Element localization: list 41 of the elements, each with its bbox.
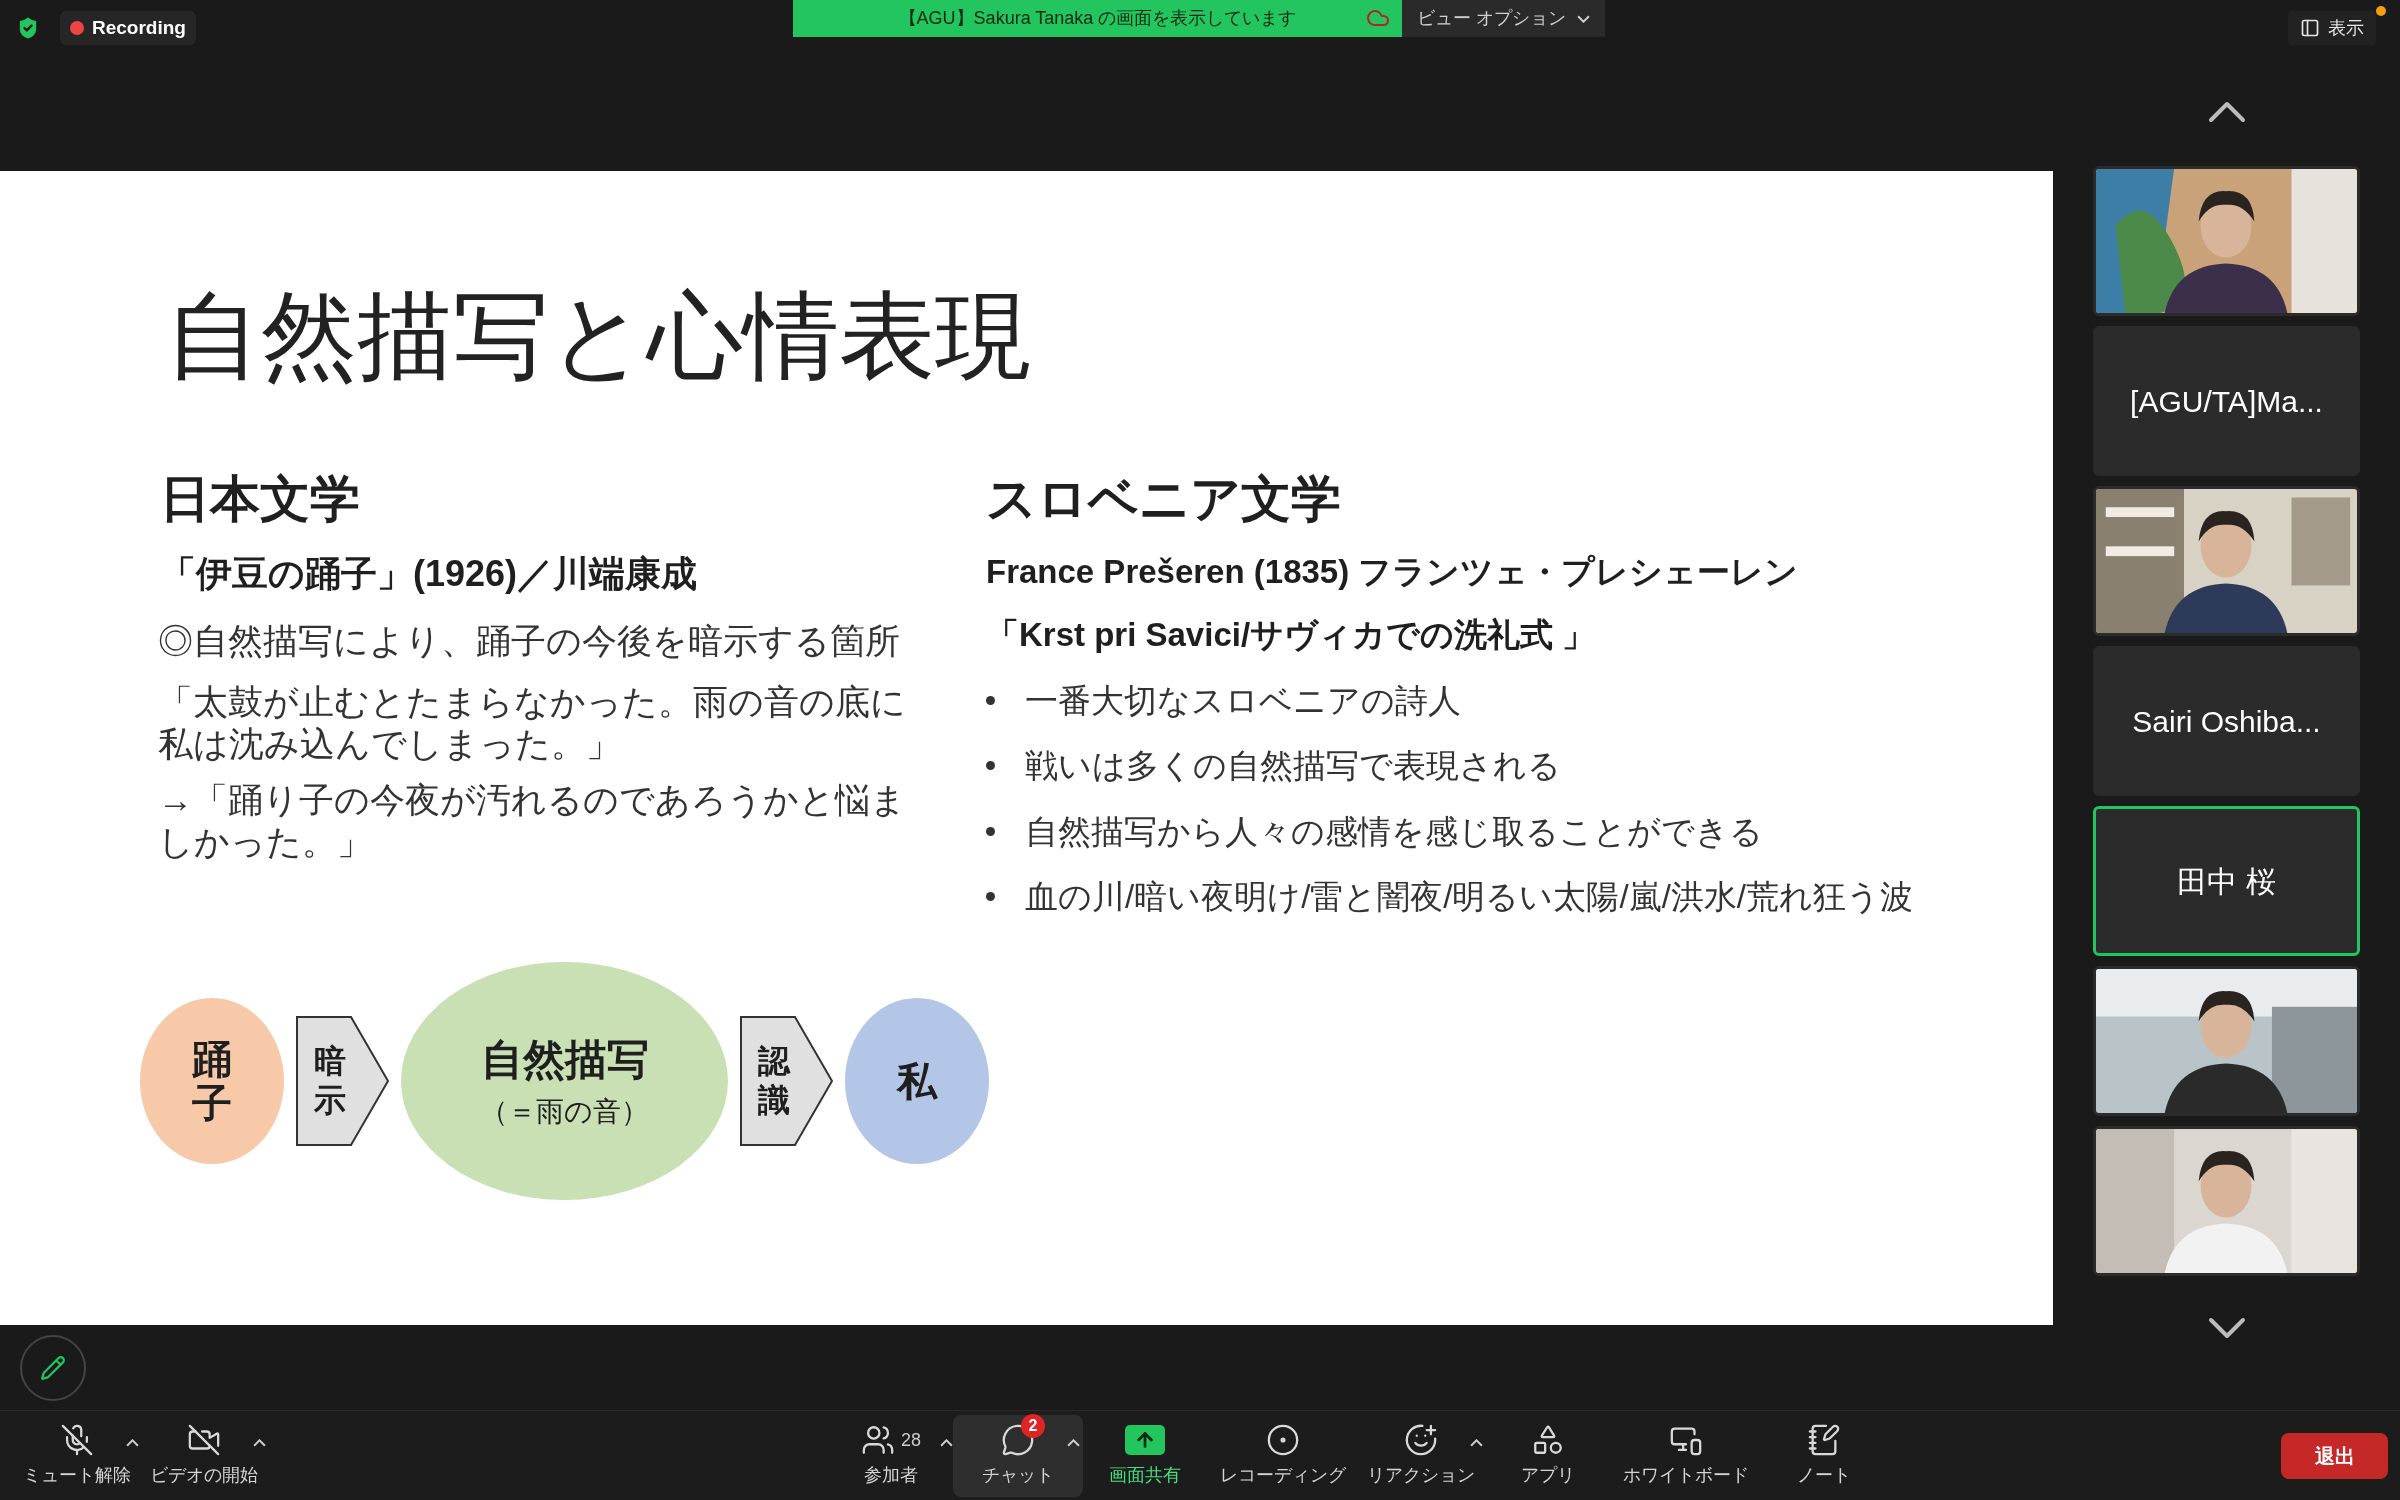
participant-tile[interactable]: [AGU/TA]Ma...: [2093, 326, 2360, 476]
participant-tile[interactable]: Sairi Oshiba...: [2093, 646, 2360, 796]
bullet-text: 一番大切なスロベニアの詩人: [1025, 680, 1461, 721]
toolbar-button[interactable]: アプリ: [1483, 1414, 1613, 1497]
author-line: France Prešeren (1835) フランツェ・プレシェーレン: [986, 551, 1800, 592]
toolbar-button[interactable]: 画面共有: [1080, 1414, 1210, 1497]
bullet-text: 自然描写から人々の感情を感じ取ることができる: [1025, 811, 1763, 852]
unread-badge: 2: [1021, 1414, 1045, 1438]
toolbar-button[interactable]: ミュート解除: [12, 1414, 142, 1497]
arrow-label: 暗示: [314, 1042, 346, 1119]
note-text: ◎自然描写により、踊子の今後を暗示する箇所: [157, 619, 901, 662]
participant-count: 28: [901, 1428, 921, 1452]
leave-button[interactable]: 退出: [2281, 1432, 2388, 1479]
toolbar-button[interactable]: ホワイトボード: [1613, 1414, 1759, 1497]
toolbar-button[interactable]: リアクション: [1356, 1414, 1486, 1497]
toolbar-button[interactable]: ノート: [1759, 1414, 1889, 1497]
screen-share-banner: 【AGU】Sakura Tanaka の画面を表示しています: [793, 0, 1402, 37]
diagram-ellipse: 自然描写 （＝雨の音）: [401, 961, 728, 1200]
participant-tile[interactable]: 田中 桜: [2093, 806, 2360, 956]
participant-name: [AGU/TA]Ma...: [2130, 383, 2323, 420]
arrow-label: 認識: [758, 1042, 790, 1119]
view-options-button[interactable]: ビュー オプション: [1402, 0, 1605, 37]
recording-indicator[interactable]: Recording: [60, 11, 196, 45]
slide-title: 自然描写と心情表現: [164, 283, 1032, 389]
toolbar-button[interactable]: 28 参加者: [826, 1414, 956, 1497]
work-title: 「伊豆の踊子」(1926)／川端康成: [159, 551, 699, 596]
toolbar-button[interactable]: 2 チャット: [953, 1414, 1083, 1497]
consequence-text: →「踊り子の今夜が汚れるのであろうかと悩ま しかった。」: [157, 779, 907, 864]
section-heading: 日本文学: [159, 469, 361, 529]
diagram-ellipse: 私: [845, 997, 989, 1164]
work-title: 「Krst pri Savici/サヴィカでの洗礼式 」: [986, 615, 1597, 656]
bullet-text: 戦いは多くの自然描写で表現される: [1025, 746, 1561, 787]
section-heading: スロベニア文学: [986, 469, 1342, 529]
participant-name: 田中 桜: [2177, 863, 2276, 900]
bullet-text: 血の川/暗い夜明け/雷と闇夜/明るい太陽/嵐/洪水/荒れ狂う波: [1025, 877, 1913, 918]
diagram-ellipse: 踊子: [140, 997, 284, 1164]
quote-text: 「太鼓が止むとたまらなかった。雨の音の底に 私は沈み込んでしまった。」: [157, 681, 907, 766]
participant-name: Sairi Oshiba...: [2132, 703, 2321, 740]
toolbar-button[interactable]: ビデオの開始: [139, 1414, 269, 1497]
view-button[interactable]: 表示: [2288, 11, 2376, 45]
toolbar-button[interactable]: レコーディング: [1210, 1414, 1356, 1497]
